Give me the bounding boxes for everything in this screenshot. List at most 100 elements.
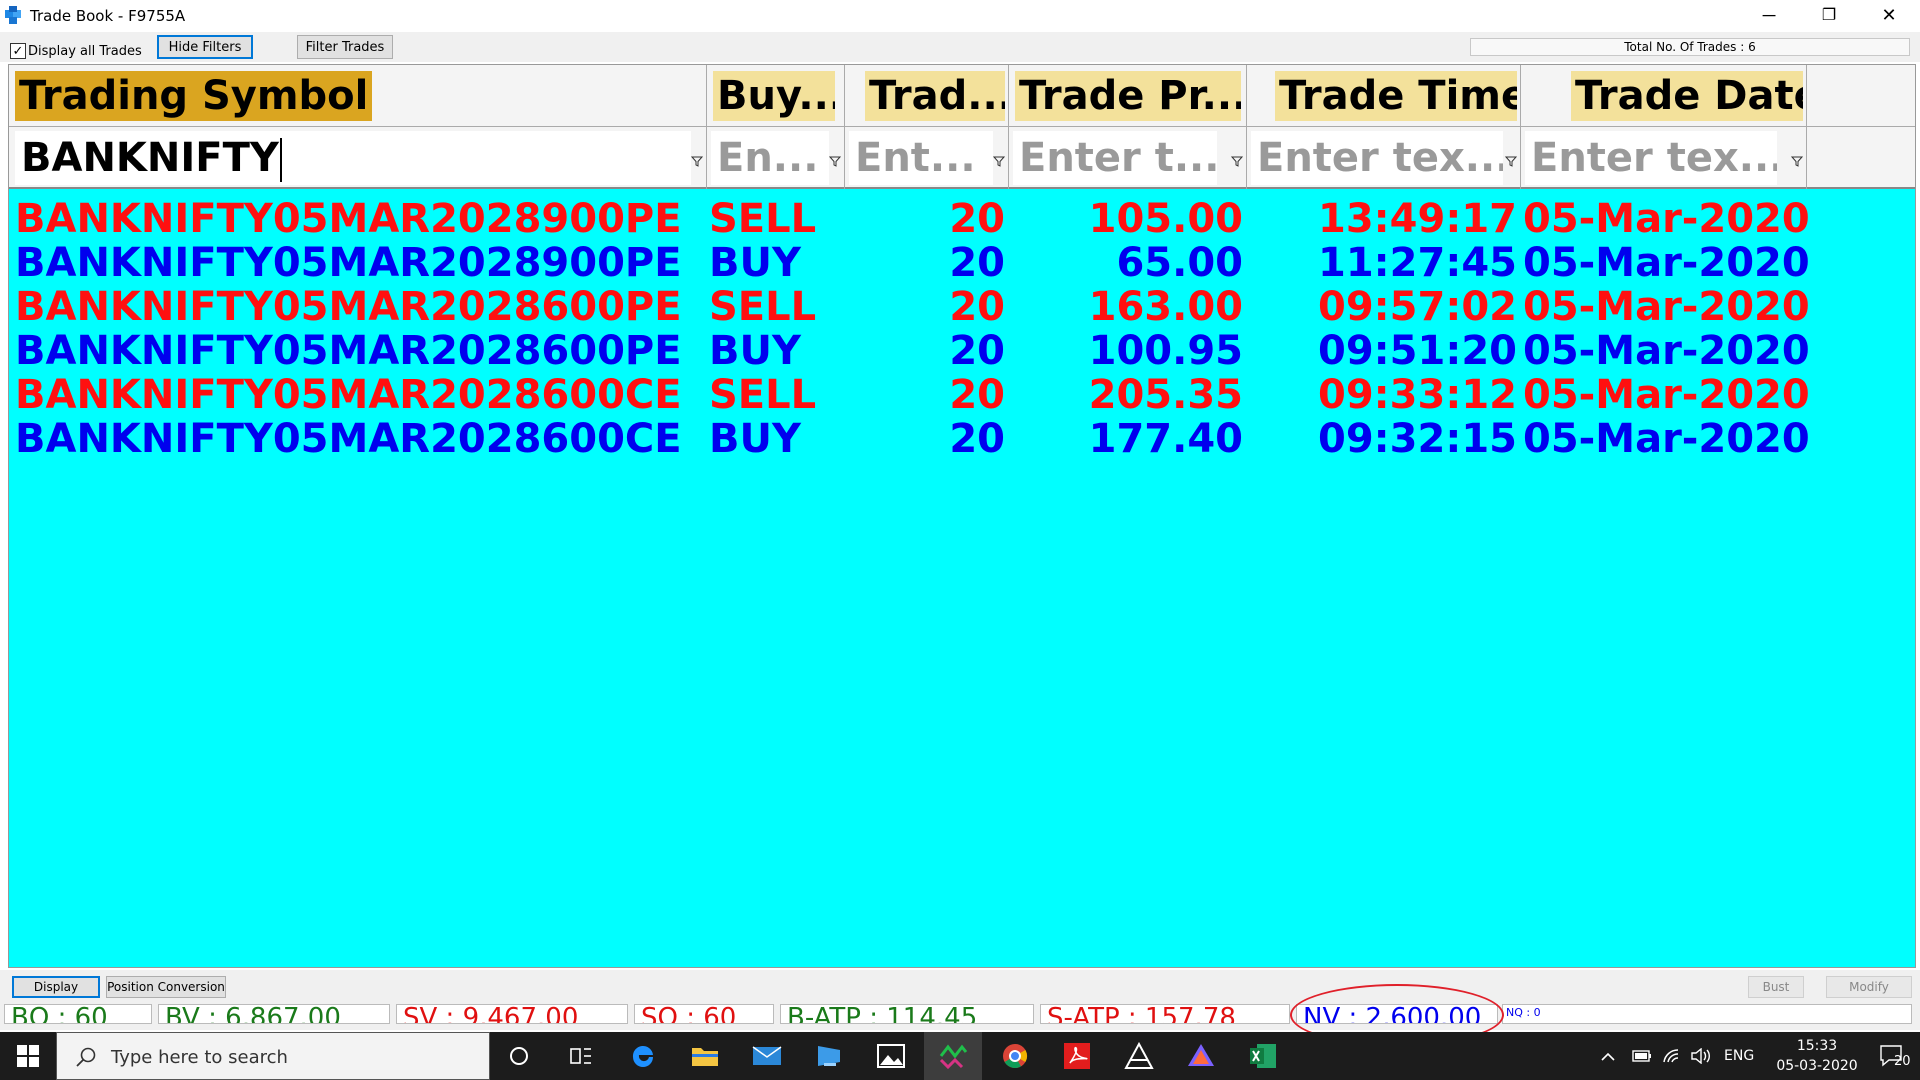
filter-input-trade-time[interactable]: Enter tex...	[1251, 131, 1503, 185]
cell-date: 05-Mar-2020	[1523, 240, 1810, 286]
bust-button[interactable]: Bust	[1748, 976, 1804, 998]
filter-input-trade-price[interactable]: Enter t...	[1013, 131, 1217, 185]
chrome-icon[interactable]	[986, 1032, 1044, 1080]
column-header-trading-symbol[interactable]: Trading Symbol	[9, 65, 707, 127]
filter-cell-trading-symbol: BANKNIFTY	[9, 127, 707, 189]
start-button[interactable]	[0, 1032, 56, 1080]
column-label: Trading Symbol	[15, 71, 373, 121]
task-view-glyph-icon	[570, 1048, 591, 1064]
position-conversion-button[interactable]: Position Conversion	[106, 976, 226, 998]
column-label: Trade Time	[1275, 71, 1517, 121]
cell-date: 05-Mar-2020	[1523, 372, 1810, 418]
cell-qty: 20	[949, 328, 1005, 374]
taskbar-search-input[interactable]: Type here to search	[56, 1032, 490, 1080]
file-explorer-icon[interactable]	[676, 1032, 734, 1080]
buy-value-stat: BV : 6,867.00	[158, 1004, 390, 1024]
cell-date: 05-Mar-2020	[1523, 328, 1810, 374]
column-header-trade-date[interactable]: Trade Date	[1521, 65, 1807, 127]
cell-date: 05-Mar-2020	[1523, 416, 1810, 462]
cortana-icon[interactable]	[490, 1032, 548, 1080]
restore-button[interactable]: ❐	[1800, 0, 1858, 30]
close-button[interactable]: ✕	[1860, 0, 1918, 30]
task-view-icon[interactable]	[552, 1032, 610, 1080]
picture-icon	[877, 1044, 905, 1068]
display-all-checkbox[interactable]: ✓	[10, 43, 26, 59]
title-bar: Trade Book - F9755A ─ ❐ ✕	[0, 0, 1920, 30]
drive-app-icon[interactable]	[1172, 1032, 1230, 1080]
filter-funnel-icon[interactable]	[1231, 155, 1243, 167]
cell-time: 09:33:12	[1318, 372, 1517, 418]
chrome-logo-icon	[1003, 1044, 1028, 1069]
window-title: Trade Book - F9755A	[30, 7, 186, 25]
filter-funnel-icon[interactable]	[1791, 155, 1803, 167]
cell-side: BUY	[709, 240, 801, 286]
clock-date: 05-03-2020	[1776, 1058, 1858, 1074]
trading-logo-icon	[939, 1044, 968, 1070]
cell-price: 177.40	[1088, 416, 1243, 462]
filter-trades-button[interactable]: Filter Trades	[297, 35, 393, 59]
remote-desktop-icon[interactable]	[800, 1032, 858, 1080]
monitor-icon	[818, 1046, 840, 1066]
modify-button[interactable]: Modify	[1826, 976, 1912, 998]
notifications-button[interactable]: 20	[1868, 1032, 1916, 1080]
cell-price: 163.00	[1088, 284, 1243, 330]
cell-symbol: BANKNIFTY05MAR2028900PE	[15, 196, 682, 242]
filter-input-buy-sell[interactable]: En...	[711, 131, 829, 185]
filter-funnel-icon[interactable]	[691, 155, 703, 167]
photos-icon[interactable]	[862, 1032, 920, 1080]
display-button[interactable]: Display	[12, 976, 100, 998]
cell-date: 05-Mar-2020	[1523, 284, 1810, 330]
filter-funnel-icon[interactable]	[993, 155, 1005, 167]
excel-icon[interactable]	[1234, 1032, 1292, 1080]
pdf-logo-icon	[1064, 1043, 1090, 1069]
filter-funnel-icon[interactable]	[1505, 155, 1517, 167]
cell-symbol: BANKNIFTY05MAR2028600PE	[15, 284, 682, 330]
filter-funnel-icon[interactable]	[829, 155, 841, 167]
system-clock[interactable]: 15:33 05-03-2020	[1772, 1036, 1862, 1076]
input-language-indicator[interactable]: ENG	[1724, 1032, 1754, 1080]
column-header-buy-sell[interactable]: Buy...	[707, 65, 845, 127]
minimize-button[interactable]: ─	[1740, 0, 1798, 30]
buy-atp-stat: B-ATP : 114.45	[780, 1004, 1034, 1024]
cortana-circle-icon	[510, 1047, 528, 1065]
tray-chevron-icon[interactable]	[1600, 1032, 1616, 1080]
cell-qty: 20	[949, 196, 1005, 242]
column-label: Trad...	[865, 71, 1005, 121]
table-row[interactable]: BANKNIFTY05MAR2028600CE SELL 20 205.35 0…	[9, 373, 1915, 417]
volume-icon[interactable]	[1690, 1032, 1712, 1080]
hide-filters-button[interactable]: Hide Filters	[157, 35, 253, 59]
trading-app-icon[interactable]	[924, 1032, 982, 1080]
cell-qty: 20	[949, 372, 1005, 418]
table-row[interactable]: BANKNIFTY05MAR2028900PE BUY 20 65.00 11:…	[9, 241, 1915, 285]
battery-glyph-icon	[1632, 1050, 1651, 1062]
mail-icon[interactable]	[738, 1032, 796, 1080]
table-row[interactable]: BANKNIFTY05MAR2028600PE SELL 20 163.00 0…	[9, 285, 1915, 329]
edge-browser-icon[interactable]	[614, 1032, 672, 1080]
navigation-app-icon[interactable]	[1110, 1032, 1168, 1080]
cell-price: 105.00	[1088, 196, 1243, 242]
search-placeholder: Type here to search	[111, 1047, 288, 1068]
column-header-trade-price[interactable]: Trade Pr...	[1009, 65, 1247, 127]
filter-input-trade-qty[interactable]: Ent...	[849, 131, 993, 185]
envelope-icon	[752, 1046, 782, 1065]
table-row[interactable]: BANKNIFTY05MAR2028600CE BUY 20 177.40 09…	[9, 417, 1915, 461]
filter-cell-trade-qty: Ent...	[845, 127, 1009, 189]
cell-time: 09:51:20	[1318, 328, 1517, 374]
cell-price: 100.95	[1088, 328, 1243, 374]
total-trades-count: Total No. Of Trades : 6	[1470, 38, 1910, 56]
column-header-trade-qty[interactable]: Trad...	[845, 65, 1009, 127]
table-row[interactable]: BANKNIFTY05MAR2028900PE SELL 20 105.00 1…	[9, 197, 1915, 241]
filter-cell-buy-sell: En...	[707, 127, 845, 189]
filter-input-trade-date[interactable]: Enter tex...	[1525, 131, 1777, 185]
wifi-glyph-icon	[1663, 1049, 1679, 1063]
windows-logo-icon	[17, 1045, 39, 1067]
cell-price: 65.00	[1116, 240, 1243, 286]
table-row[interactable]: BANKNIFTY05MAR2028600PE BUY 20 100.95 09…	[9, 329, 1915, 373]
cell-qty: 20	[949, 416, 1005, 462]
wifi-icon[interactable]	[1662, 1032, 1682, 1080]
column-header-trade-time[interactable]: Trade Time	[1247, 65, 1521, 127]
filter-input-trading-symbol[interactable]: BANKNIFTY	[15, 131, 691, 185]
battery-icon[interactable]	[1632, 1032, 1652, 1080]
acrobat-icon[interactable]	[1048, 1032, 1106, 1080]
cell-time: 09:32:15	[1318, 416, 1517, 462]
